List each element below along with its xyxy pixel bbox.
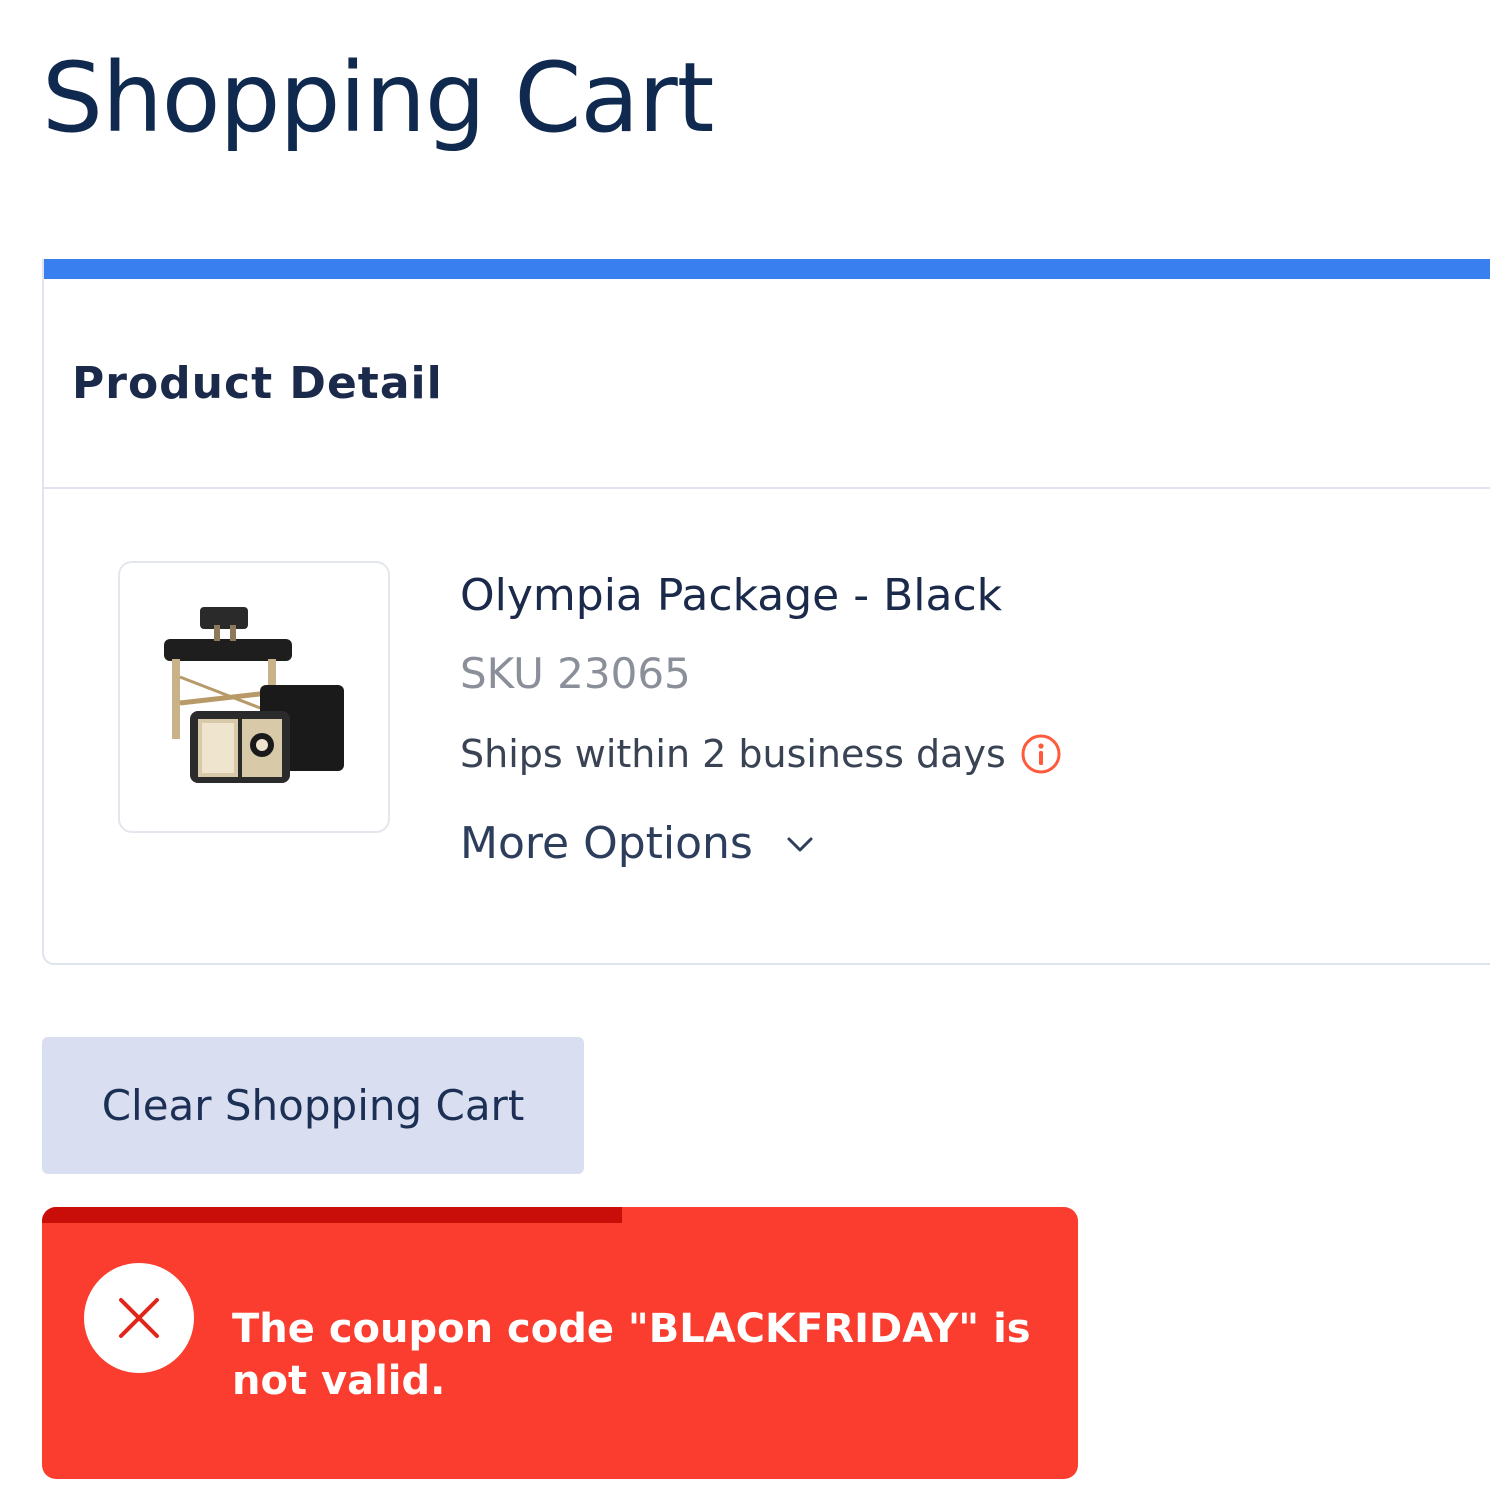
- error-toast: The coupon code "BLACKFRIDAY" is not val…: [42, 1207, 1078, 1479]
- panel-accent-bar: [44, 259, 1490, 279]
- product-sku: SKU 23065: [460, 649, 691, 698]
- close-icon: [119, 1298, 159, 1338]
- product-detail-heading: Product Detail: [72, 358, 443, 409]
- more-options-toggle[interactable]: More Options: [460, 814, 817, 874]
- clear-cart-button[interactable]: Clear Shopping Cart: [42, 1037, 584, 1174]
- more-options-label: More Options: [460, 818, 753, 869]
- massage-table-image: [164, 607, 344, 783]
- toast-message: The coupon code "BLACKFRIDAY" is not val…: [232, 1306, 1031, 1404]
- panel-divider: [44, 487, 1490, 489]
- shipping-text: Ships within 2 business days: [460, 732, 1006, 776]
- shipping-info: Ships within 2 business days: [460, 726, 1062, 782]
- product-thumbnail[interactable]: [118, 561, 390, 833]
- chevron-down-icon: [783, 827, 817, 861]
- info-icon[interactable]: [1020, 733, 1062, 775]
- page-title: Shopping Cart: [42, 42, 714, 154]
- product-name[interactable]: Olympia Package - Black: [460, 568, 1002, 624]
- toast-close-button[interactable]: [84, 1263, 194, 1373]
- toast-progress-bar: [42, 1207, 623, 1223]
